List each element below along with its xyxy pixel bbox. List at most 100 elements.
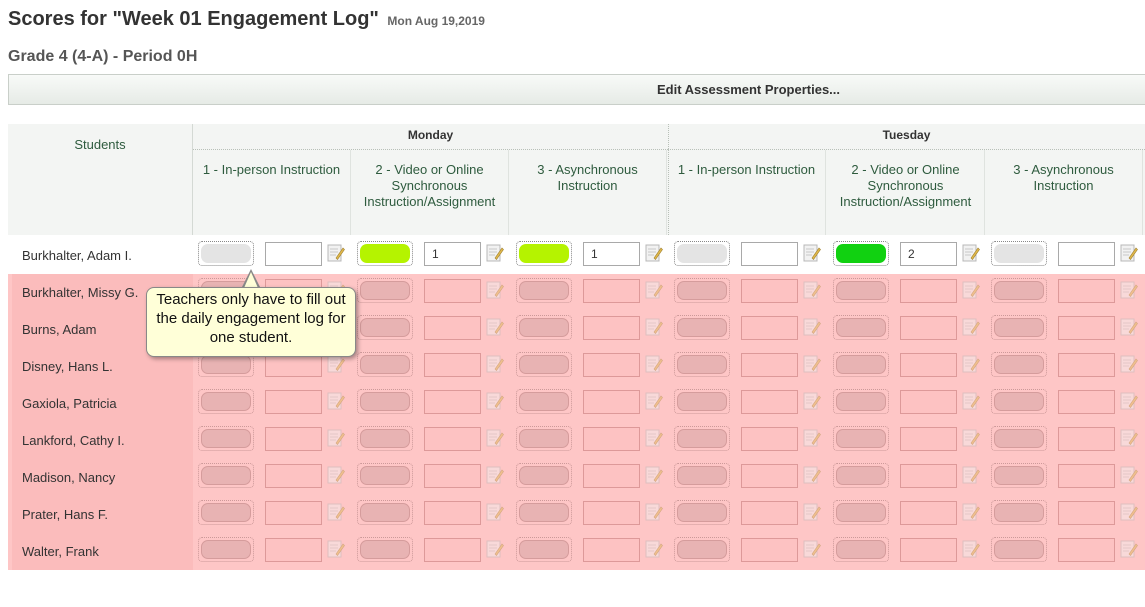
- score-input[interactable]: [900, 501, 957, 525]
- note-edit-icon[interactable]: [486, 465, 504, 485]
- score-input[interactable]: [583, 538, 640, 562]
- score-input[interactable]: [583, 279, 640, 303]
- engagement-status-toggle[interactable]: [198, 463, 254, 488]
- engagement-status-toggle[interactable]: [991, 537, 1047, 562]
- engagement-status-toggle[interactable]: [357, 463, 413, 488]
- note-edit-icon[interactable]: [803, 465, 821, 485]
- score-input[interactable]: [424, 538, 481, 562]
- score-input[interactable]: [1058, 427, 1115, 451]
- note-edit-icon[interactable]: [962, 354, 980, 374]
- note-edit-icon[interactable]: [803, 243, 821, 263]
- note-edit-icon[interactable]: [1120, 539, 1138, 559]
- score-input[interactable]: [741, 242, 798, 266]
- note-edit-icon[interactable]: [645, 391, 663, 411]
- note-edit-icon[interactable]: [1120, 502, 1138, 522]
- note-edit-icon[interactable]: [645, 465, 663, 485]
- engagement-status-toggle[interactable]: [516, 537, 572, 562]
- note-edit-icon[interactable]: [962, 391, 980, 411]
- engagement-status-toggle[interactable]: [674, 241, 730, 266]
- engagement-status-toggle[interactable]: [198, 537, 254, 562]
- score-input[interactable]: 1: [583, 242, 640, 266]
- score-input[interactable]: 1: [424, 242, 481, 266]
- engagement-status-toggle[interactable]: [516, 500, 572, 525]
- engagement-status-toggle[interactable]: [516, 352, 572, 377]
- score-input[interactable]: [583, 316, 640, 340]
- score-input[interactable]: [1058, 279, 1115, 303]
- score-input[interactable]: [741, 316, 798, 340]
- score-input[interactable]: [1058, 538, 1115, 562]
- note-edit-icon[interactable]: [645, 502, 663, 522]
- score-input[interactable]: [741, 427, 798, 451]
- engagement-status-toggle[interactable]: [357, 352, 413, 377]
- engagement-status-toggle[interactable]: [357, 241, 413, 266]
- note-edit-icon[interactable]: [803, 317, 821, 337]
- note-edit-icon[interactable]: [962, 243, 980, 263]
- note-edit-icon[interactable]: [645, 317, 663, 337]
- score-input[interactable]: [265, 538, 322, 562]
- note-edit-icon[interactable]: [962, 317, 980, 337]
- engagement-status-toggle[interactable]: [674, 500, 730, 525]
- score-input[interactable]: [583, 464, 640, 488]
- engagement-status-toggle[interactable]: [991, 352, 1047, 377]
- note-edit-icon[interactable]: [486, 539, 504, 559]
- engagement-status-toggle[interactable]: [198, 241, 254, 266]
- note-edit-icon[interactable]: [1120, 391, 1138, 411]
- note-edit-icon[interactable]: [1120, 465, 1138, 485]
- note-edit-icon[interactable]: [962, 428, 980, 448]
- note-edit-icon[interactable]: [1120, 428, 1138, 448]
- note-edit-icon[interactable]: [1120, 280, 1138, 300]
- engagement-status-toggle[interactable]: [991, 389, 1047, 414]
- score-input[interactable]: [900, 279, 957, 303]
- score-input[interactable]: [741, 464, 798, 488]
- note-edit-icon[interactable]: [645, 428, 663, 448]
- note-edit-icon[interactable]: [327, 428, 345, 448]
- engagement-status-toggle[interactable]: [991, 278, 1047, 303]
- score-input[interactable]: [1058, 464, 1115, 488]
- note-edit-icon[interactable]: [803, 280, 821, 300]
- score-input[interactable]: [424, 501, 481, 525]
- engagement-status-toggle[interactable]: [833, 463, 889, 488]
- engagement-status-toggle[interactable]: [198, 500, 254, 525]
- note-edit-icon[interactable]: [327, 391, 345, 411]
- note-edit-icon[interactable]: [327, 539, 345, 559]
- note-edit-icon[interactable]: [645, 354, 663, 374]
- note-edit-icon[interactable]: [1120, 317, 1138, 337]
- score-input[interactable]: [265, 464, 322, 488]
- note-edit-icon[interactable]: [962, 539, 980, 559]
- note-edit-icon[interactable]: [962, 465, 980, 485]
- engagement-status-toggle[interactable]: [833, 500, 889, 525]
- note-edit-icon[interactable]: [327, 502, 345, 522]
- engagement-status-toggle[interactable]: [833, 426, 889, 451]
- engagement-status-toggle[interactable]: [516, 426, 572, 451]
- engagement-status-toggle[interactable]: [357, 500, 413, 525]
- score-input[interactable]: [900, 353, 957, 377]
- score-input[interactable]: [424, 390, 481, 414]
- engagement-status-toggle[interactable]: [516, 241, 572, 266]
- engagement-status-toggle[interactable]: [833, 352, 889, 377]
- engagement-status-toggle[interactable]: [991, 241, 1047, 266]
- engagement-status-toggle[interactable]: [991, 315, 1047, 340]
- engagement-status-toggle[interactable]: [674, 463, 730, 488]
- score-input[interactable]: [741, 501, 798, 525]
- note-edit-icon[interactable]: [803, 502, 821, 522]
- note-edit-icon[interactable]: [645, 280, 663, 300]
- score-input[interactable]: [900, 538, 957, 562]
- score-input[interactable]: 2: [900, 242, 957, 266]
- note-edit-icon[interactable]: [486, 243, 504, 263]
- note-edit-icon[interactable]: [645, 539, 663, 559]
- engagement-status-toggle[interactable]: [833, 315, 889, 340]
- note-edit-icon[interactable]: [803, 428, 821, 448]
- engagement-status-toggle[interactable]: [674, 352, 730, 377]
- note-edit-icon[interactable]: [327, 465, 345, 485]
- note-edit-icon[interactable]: [645, 243, 663, 263]
- score-input[interactable]: [900, 464, 957, 488]
- engagement-status-toggle[interactable]: [357, 537, 413, 562]
- score-input[interactable]: [583, 390, 640, 414]
- engagement-status-toggle[interactable]: [833, 537, 889, 562]
- note-edit-icon[interactable]: [486, 317, 504, 337]
- engagement-status-toggle[interactable]: [357, 315, 413, 340]
- engagement-status-toggle[interactable]: [357, 426, 413, 451]
- engagement-status-toggle[interactable]: [833, 241, 889, 266]
- engagement-status-toggle[interactable]: [516, 278, 572, 303]
- note-edit-icon[interactable]: [327, 243, 345, 263]
